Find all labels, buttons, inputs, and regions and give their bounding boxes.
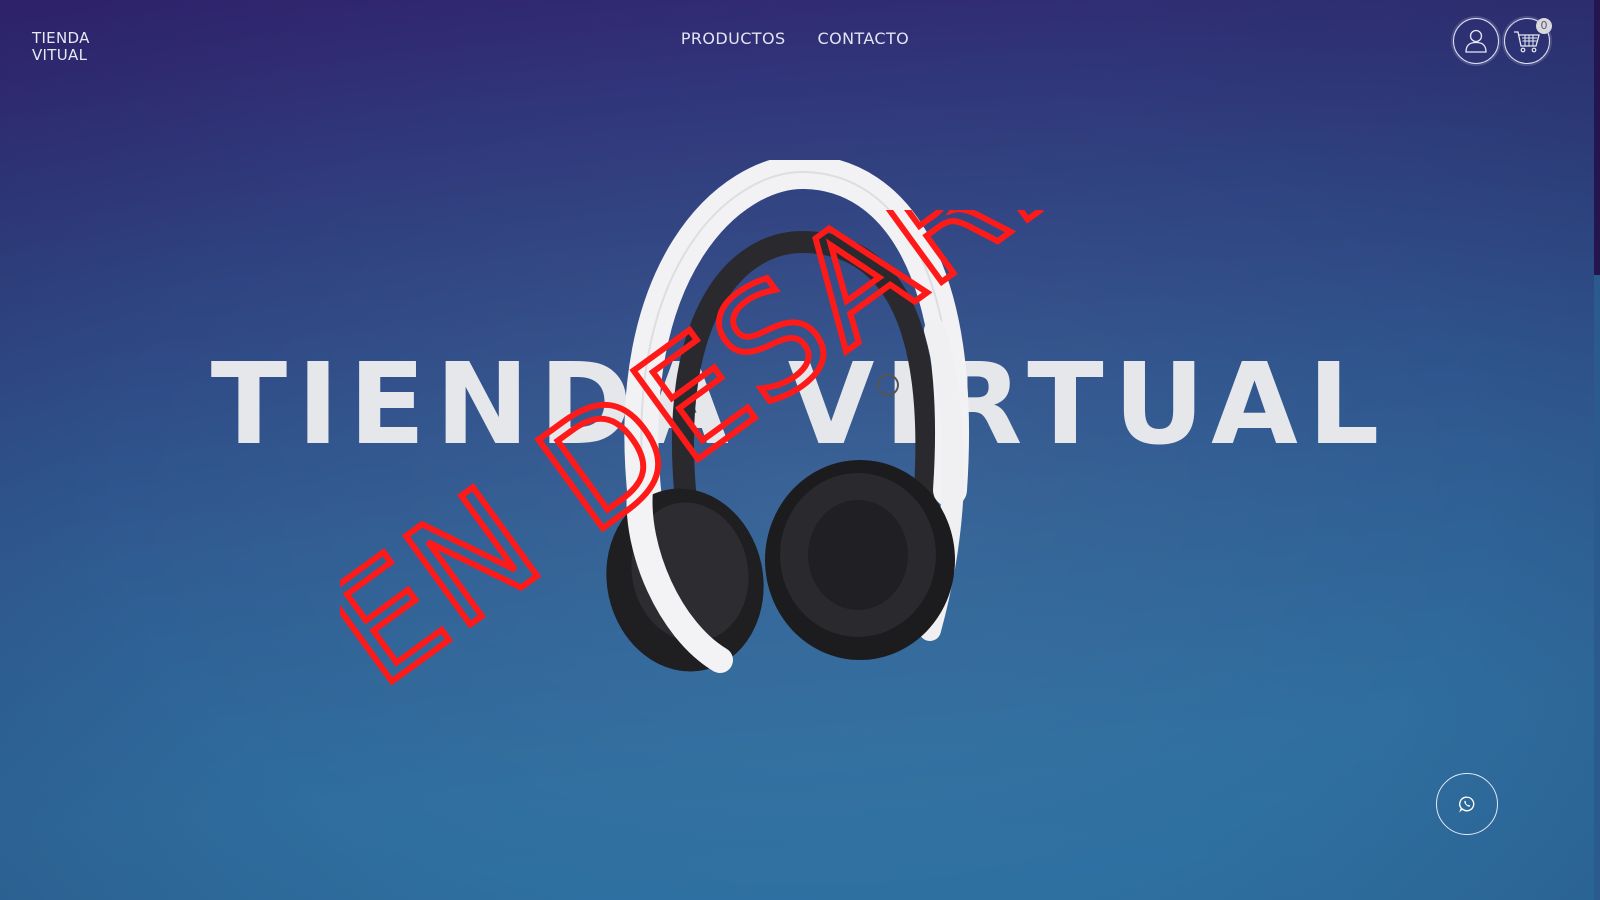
- nav-link-contacto[interactable]: CONTACTO: [818, 29, 910, 48]
- whatsapp-button[interactable]: [1436, 773, 1498, 835]
- brand-line-2: VITUAL: [32, 46, 88, 64]
- main-nav: PRODUCTOS CONTACTO: [0, 29, 1600, 48]
- user-icon: [1465, 29, 1487, 53]
- account-button[interactable]: [1453, 18, 1499, 64]
- en-desarrollo-text: EN DESARROLLO: [340, 210, 1240, 690]
- whatsapp-icon: [1459, 796, 1475, 813]
- nav-link-productos[interactable]: PRODUCTOS: [681, 29, 786, 48]
- en-desarrollo-stamp: EN DESARROLLO: [340, 210, 1240, 690]
- cart-count-badge: 0: [1536, 18, 1552, 34]
